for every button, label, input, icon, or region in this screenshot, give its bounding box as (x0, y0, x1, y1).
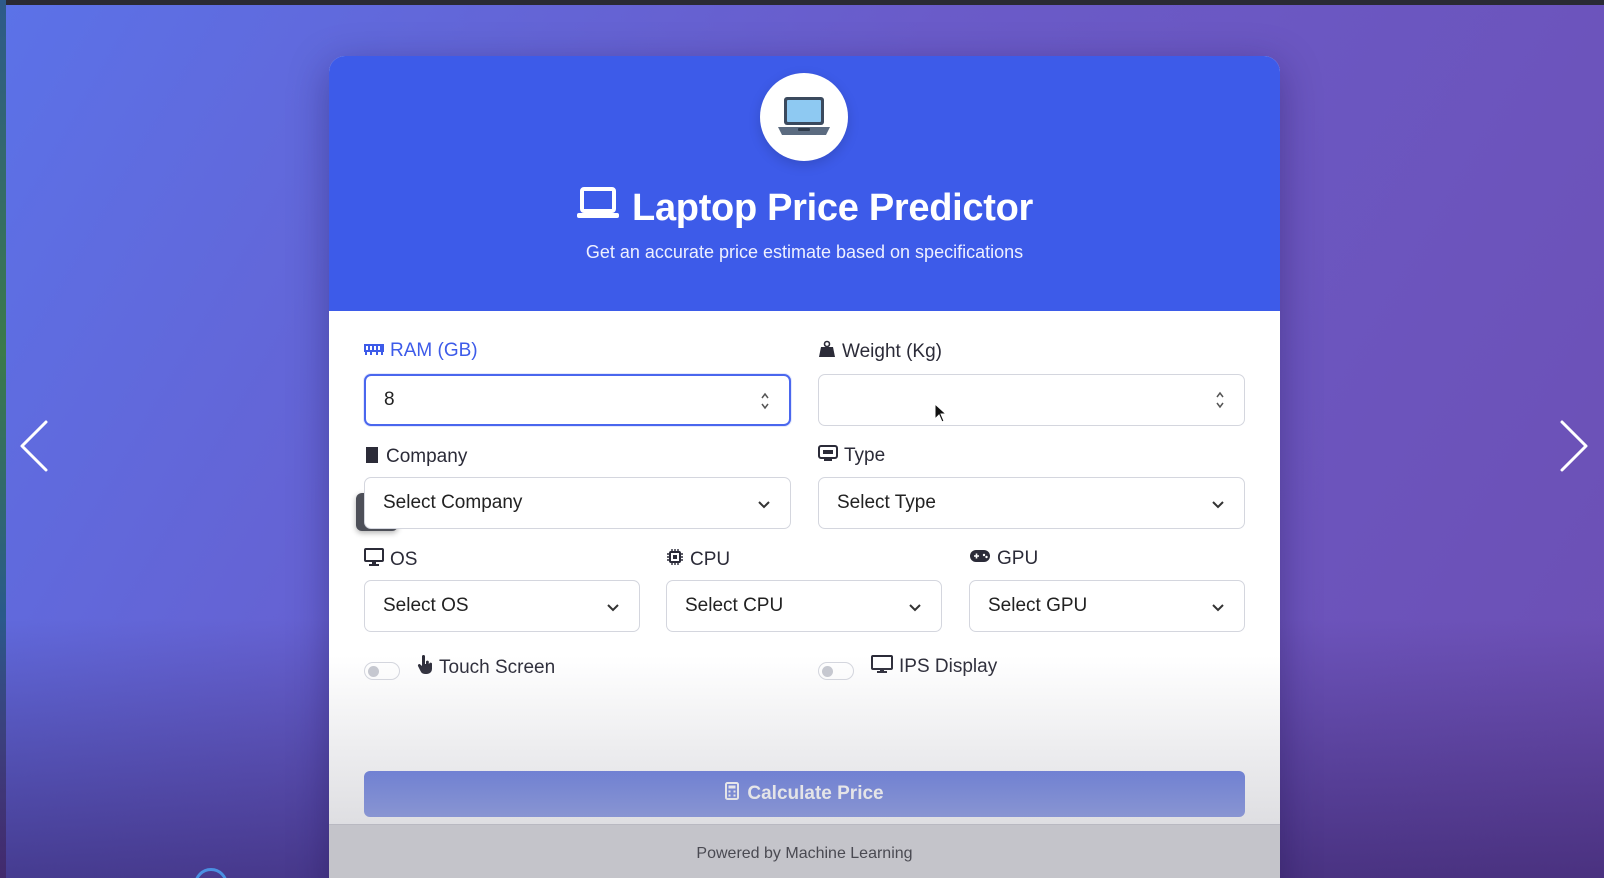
gpu-label: GPU (969, 548, 1038, 570)
footer-text: Powered by Machine Learning (696, 845, 913, 862)
ips-display-toggle[interactable] (818, 662, 854, 680)
memory-icon (364, 340, 384, 362)
hand-pointer-icon (417, 655, 433, 681)
company-select[interactable]: Select Company (364, 477, 791, 529)
os-label: OS (364, 548, 417, 572)
type-select[interactable]: Select Type (818, 477, 1245, 529)
gpu-select[interactable]: Select GPU (969, 580, 1245, 632)
calculate-price-button[interactable]: Calculate Price (364, 771, 1245, 817)
monitor-icon (871, 655, 893, 679)
building-icon (364, 445, 380, 469)
os-select[interactable]: Select OS (364, 580, 640, 632)
chevron-down-icon (909, 604, 921, 612)
card-header: Laptop Price Predictor Get an accurate p… (329, 56, 1280, 311)
chevron-down-icon (1212, 501, 1224, 509)
chevron-down-icon (607, 604, 619, 612)
type-label: Type (818, 445, 885, 467)
touch-screen-toggle[interactable] (364, 662, 400, 680)
laptop-icon (760, 73, 848, 161)
keyboard-icon (818, 445, 838, 467)
ips-display-label: IPS Display (871, 655, 997, 679)
weight-label: Weight (Kg) (818, 340, 942, 364)
window-top-bar (0, 0, 1604, 5)
card-footer: Powered by Machine Learning (329, 824, 1280, 878)
ram-label: RAM (GB) (364, 340, 478, 362)
mouse-cursor-icon (934, 403, 948, 423)
microchip-icon (666, 548, 684, 572)
stepper-icon[interactable] (759, 390, 771, 412)
stepper-icon[interactable] (1214, 389, 1226, 411)
touch-screen-label: Touch Screen (417, 655, 555, 681)
weight-input[interactable] (818, 374, 1245, 426)
weight-icon (818, 340, 836, 364)
gamepad-icon (969, 548, 991, 570)
cpu-select[interactable]: Select CPU (666, 580, 942, 632)
page-title-text: Laptop Price Predictor (632, 186, 1033, 229)
predictor-card: Laptop Price Predictor Get an accurate p… (329, 56, 1280, 878)
ram-input[interactable]: 8 (364, 374, 791, 426)
calculator-icon (725, 782, 740, 806)
cpu-label: CPU (666, 548, 730, 572)
laptop-outline-icon (576, 186, 620, 230)
company-label: Company (364, 445, 467, 469)
previous-slide-arrow-icon[interactable] (16, 418, 52, 474)
page-title: Laptop Price Predictor (329, 186, 1280, 230)
next-slide-arrow-icon[interactable] (1556, 418, 1592, 474)
page-subtitle: Get an accurate price estimate based on … (585, 242, 1024, 262)
desktop-icon (364, 548, 384, 572)
chevron-down-icon (1212, 604, 1224, 612)
chevron-down-icon (758, 501, 770, 509)
